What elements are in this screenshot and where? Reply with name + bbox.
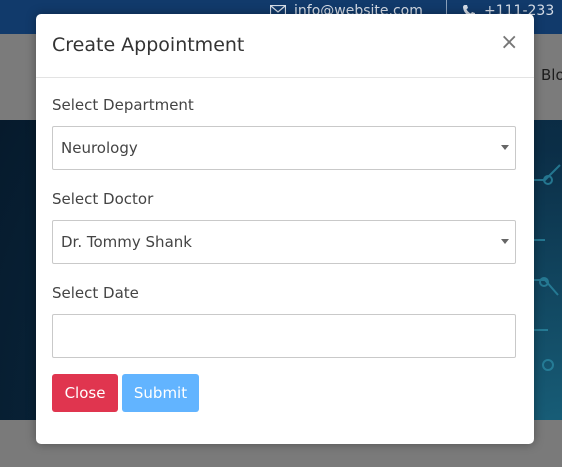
modal-header: Create Appointment × bbox=[36, 14, 534, 78]
department-label: Select Department bbox=[52, 96, 194, 114]
chevron-down-icon bbox=[501, 145, 509, 150]
date-input[interactable] bbox=[52, 314, 516, 358]
close-icon[interactable]: × bbox=[500, 32, 518, 54]
doctor-select[interactable]: Dr. Tommy Shank bbox=[52, 220, 516, 264]
doctor-selected-value: Dr. Tommy Shank bbox=[61, 233, 192, 251]
department-selected-value: Neurology bbox=[61, 139, 138, 157]
date-label: Select Date bbox=[52, 284, 139, 302]
nav-item-blog[interactable]: Blo bbox=[541, 66, 562, 84]
close-button[interactable]: Close bbox=[52, 374, 118, 412]
chevron-down-icon bbox=[501, 239, 509, 244]
modal-title: Create Appointment bbox=[52, 34, 245, 56]
submit-button[interactable]: Submit bbox=[122, 374, 199, 412]
doctor-label: Select Doctor bbox=[52, 190, 154, 208]
create-appointment-modal: Create Appointment × Select Department N… bbox=[36, 14, 534, 444]
department-select[interactable]: Neurology bbox=[52, 126, 516, 170]
